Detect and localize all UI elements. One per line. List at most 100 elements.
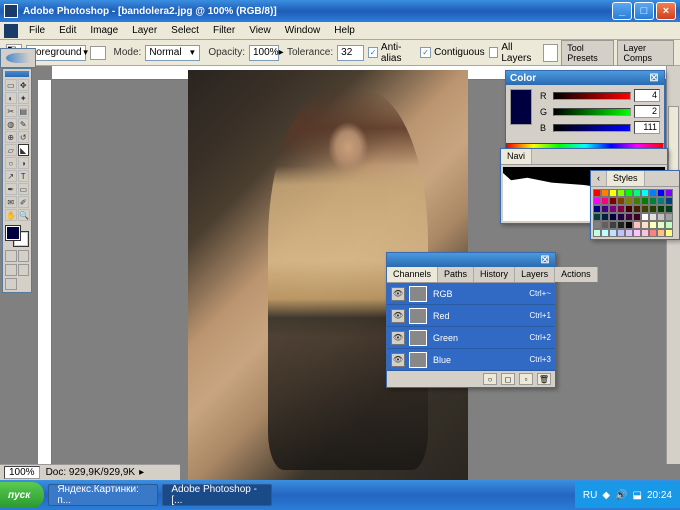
swatch[interactable]	[625, 197, 633, 205]
layer-comps-tab[interactable]: Layer Comps	[617, 40, 674, 66]
swatch[interactable]	[641, 197, 649, 205]
swatch[interactable]	[617, 221, 625, 229]
swatch[interactable]	[657, 229, 665, 237]
swatch[interactable]	[601, 229, 609, 237]
swatch[interactable]	[609, 205, 617, 213]
swatch[interactable]	[665, 189, 673, 197]
b-slider[interactable]	[553, 124, 631, 132]
dodge-tool[interactable]: ◑	[18, 157, 30, 169]
swatch[interactable]	[633, 213, 641, 221]
swatch[interactable]	[665, 221, 673, 229]
swatch[interactable]	[617, 189, 625, 197]
swatch[interactable]	[665, 213, 673, 221]
minimize-button[interactable]: _	[612, 2, 632, 20]
standard-mode[interactable]	[5, 250, 17, 262]
swatch[interactable]	[609, 229, 617, 237]
jump-to-ir[interactable]	[5, 278, 17, 290]
notes-tool[interactable]: ✉	[5, 196, 17, 208]
swatch[interactable]	[641, 189, 649, 197]
color-swatches[interactable]	[5, 225, 29, 247]
swatch[interactable]	[657, 221, 665, 229]
swatch[interactable]	[649, 189, 657, 197]
swatch[interactable]	[633, 229, 641, 237]
status-arrow-icon[interactable]: ▸	[139, 467, 144, 478]
delete-channel-icon[interactable]: 🗑	[537, 373, 551, 385]
move-tool[interactable]: ✥	[18, 79, 30, 91]
bucket-tool[interactable]: ◣	[18, 144, 30, 156]
pattern-swatch[interactable]	[90, 46, 106, 60]
visibility-icon[interactable]: 👁	[391, 353, 405, 367]
visibility-icon[interactable]: 👁	[391, 309, 405, 323]
swatch[interactable]	[641, 213, 649, 221]
b-value[interactable]: 111	[634, 121, 660, 134]
swatch[interactable]	[641, 221, 649, 229]
tool-presets-tab[interactable]: Tool Presets	[561, 40, 614, 66]
channel-row-blue[interactable]: 👁BlueCtrl+3	[387, 349, 555, 371]
menu-image[interactable]: Image	[83, 23, 125, 38]
start-button[interactable]: пуск	[0, 482, 44, 508]
tray-icon[interactable]: ◆	[602, 490, 610, 501]
maximize-button[interactable]: □	[634, 2, 654, 20]
swatch[interactable]	[633, 197, 641, 205]
channel-row-green[interactable]: 👁GreenCtrl+2	[387, 327, 555, 349]
blur-tool[interactable]: ○	[5, 157, 17, 169]
close-button[interactable]: ×	[656, 2, 676, 20]
swatch[interactable]	[633, 189, 641, 197]
swatch[interactable]	[601, 213, 609, 221]
language-indicator[interactable]: RU	[583, 490, 597, 501]
swatch[interactable]	[649, 205, 657, 213]
all-layers-checkbox[interactable]: All Layers	[489, 42, 539, 64]
swatch[interactable]	[593, 205, 601, 213]
stamp-tool[interactable]: ⊕	[5, 131, 17, 143]
menu-view[interactable]: View	[242, 23, 278, 38]
new-channel-icon[interactable]: ▫	[519, 373, 533, 385]
toolbox-header[interactable]	[5, 71, 29, 77]
menu-layer[interactable]: Layer	[125, 23, 164, 38]
tray-icon[interactable]: ⬓	[633, 490, 642, 501]
swatch[interactable]	[601, 221, 609, 229]
tab-paths[interactable]: Paths	[438, 267, 474, 282]
swatch[interactable]	[625, 229, 633, 237]
swatch[interactable]	[649, 197, 657, 205]
r-value[interactable]: 4	[634, 89, 660, 102]
panel-close-icon[interactable]: ☒	[539, 255, 551, 266]
visibility-icon[interactable]: 👁	[391, 331, 405, 345]
swatch[interactable]	[649, 221, 657, 229]
swatch[interactable]	[593, 189, 601, 197]
mode-select[interactable]: Normal▼	[145, 45, 200, 61]
channel-row-rgb[interactable]: 👁RGBCtrl+~	[387, 283, 555, 305]
crop-tool[interactable]: ✂	[5, 105, 17, 117]
swatch[interactable]	[633, 205, 641, 213]
taskbar-task-0[interactable]: Яндекс.Картинки: п...	[48, 484, 158, 506]
color-panel-title[interactable]: Color☒	[506, 71, 664, 85]
save-selection-icon[interactable]: ◻	[501, 373, 515, 385]
swatch[interactable]	[593, 221, 601, 229]
swatch[interactable]	[609, 197, 617, 205]
wand-tool[interactable]: ✦	[18, 92, 30, 104]
contiguous-checkbox[interactable]: ✓Contiguous	[420, 47, 485, 58]
swatch[interactable]	[617, 213, 625, 221]
lasso-tool[interactable]: ◐	[5, 92, 17, 104]
menu-help[interactable]: Help	[327, 23, 362, 38]
tray-icon[interactable]: 🔊	[615, 490, 627, 501]
quickmask-mode[interactable]	[18, 250, 30, 262]
load-selection-icon[interactable]: ○	[483, 373, 497, 385]
brush-presets-icon[interactable]	[543, 44, 558, 62]
taskbar-task-1[interactable]: Adobe Photoshop - [...	[162, 484, 272, 506]
r-slider[interactable]	[553, 92, 631, 100]
swatch[interactable]	[649, 213, 657, 221]
tab-actions[interactable]: Actions	[555, 267, 598, 282]
swatch[interactable]	[593, 213, 601, 221]
foreground-color[interactable]	[6, 226, 20, 240]
swatch[interactable]	[609, 213, 617, 221]
swatch[interactable]	[601, 189, 609, 197]
styles-tab[interactable]: Styles	[607, 171, 645, 186]
tab-history[interactable]: History	[474, 267, 515, 282]
swatch[interactable]	[609, 221, 617, 229]
screen-mode-1[interactable]	[5, 264, 17, 276]
swatch[interactable]	[657, 205, 665, 213]
history-brush-tool[interactable]: ↺	[18, 131, 30, 143]
zoom-tool[interactable]: 🔍	[18, 209, 30, 221]
swatch[interactable]	[593, 229, 601, 237]
swatch[interactable]	[625, 205, 633, 213]
